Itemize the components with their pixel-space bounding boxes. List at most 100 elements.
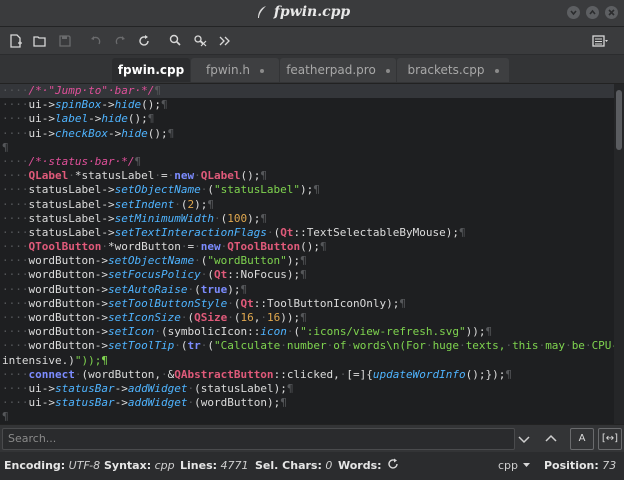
find-icon [169, 34, 181, 46]
code-line: ¶ [2, 140, 9, 154]
code-line: intensive.)"));¶ [2, 353, 108, 367]
lines-label: Lines: [180, 459, 218, 472]
menu-icon [592, 35, 608, 47]
code-line: ····statusLabel->setIndent·(2);¶ [2, 197, 214, 211]
find-replace-button[interactable] [190, 31, 210, 51]
redo-button[interactable] [110, 31, 130, 51]
menu-button[interactable] [590, 31, 610, 51]
code-line: ····ui->label->hide();¶ [2, 112, 155, 126]
scrollbar-thumb[interactable] [616, 90, 622, 150]
code-line: ····QToolButton·*wordButton·=·new·QToolB… [2, 240, 327, 254]
redo-icon [115, 36, 125, 45]
save-icon [59, 35, 71, 47]
whole-word-button[interactable]: [↔] [598, 428, 622, 450]
maximize-icon [589, 9, 596, 15]
refresh-icon [388, 458, 398, 469]
status-bar: Encoding: UTF-8 Syntax: cpp Lines: 4771 … [0, 452, 624, 480]
code-line: ····statusLabel->setTextInteractionFlags… [2, 225, 466, 239]
close-button[interactable] [605, 6, 618, 19]
position-status: Position: 73 [544, 459, 616, 472]
tab-label: featherpad.pro [286, 63, 376, 77]
find-previous-button[interactable] [541, 428, 561, 450]
window-title: fpwin.cpp [273, 4, 351, 20]
code-editor[interactable]: ····/*·"Jump·to"·bar·*/¶ ····ui->spinBox-… [0, 84, 614, 424]
chevron-up-icon [545, 434, 557, 442]
code-line: ····ui->statusBar->addWidget·(wordButton… [2, 396, 287, 410]
syntax-label: Syntax: [104, 459, 152, 472]
code-line: ····QLabel·*statusLabel·=·new·QLabel();¶ [2, 169, 267, 183]
new-file-icon [10, 34, 22, 48]
selchars-status: Sel. Chars: 0 [255, 459, 332, 472]
find-replace-icon [194, 35, 207, 47]
syntax-status: Syntax: cpp [104, 459, 175, 472]
reload-icon [139, 35, 149, 46]
tab-separator [260, 68, 264, 73]
code-line: ····connect·(wordButton,·&QAbstractButto… [2, 367, 513, 381]
code-line: ····wordButton->setToolButtonStyle·(Qt::… [2, 296, 407, 310]
code-line: ····wordButton->setFocusPolicy·(Qt::NoFo… [2, 268, 307, 282]
undo-icon [91, 36, 101, 45]
lines-value: 4771 [220, 459, 249, 472]
encoding-label: Encoding: [4, 459, 66, 472]
minimize-icon [570, 10, 577, 16]
dropdown-arrow-icon [522, 463, 530, 467]
words-status: Words: [338, 459, 382, 472]
code-line: ····ui->spinBox->hide();¶ [2, 98, 168, 112]
tab-separator [385, 68, 390, 73]
code-line: ····statusLabel->setMinimumWidth·(100);¶ [2, 211, 267, 225]
encoding-status: Encoding: UTF-8 [4, 459, 100, 472]
code-line: ····statusLabel->setObjectName·("statusL… [2, 183, 320, 197]
tab-label: fpwin.h [205, 63, 250, 77]
chevron-down-icon [518, 436, 530, 444]
search-input[interactable]: Search... [2, 428, 515, 450]
tab-separator [494, 68, 499, 73]
toolbar [0, 27, 624, 54]
encoding-value: UTF-8 [68, 459, 101, 472]
code-line: ····wordButton->setObjectName·("wordButt… [2, 254, 307, 268]
minimize-button[interactable] [567, 6, 580, 19]
match-case-label: A [578, 433, 586, 444]
code-line: ¶ [2, 410, 9, 424]
title-bar: fpwin.cpp [0, 0, 624, 27]
find-button[interactable] [165, 31, 185, 51]
code-line: ····ui->statusBar->addWidget·(statusLabe… [2, 381, 294, 395]
selchars-label: Sel. Chars: [255, 459, 322, 472]
code-line: ····wordButton->setToolTip·(tr·("Calcula… [2, 339, 614, 353]
tab-featherpad-pro[interactable]: featherpad.pro [280, 58, 396, 82]
syntax-value: cpp [154, 459, 175, 472]
language-selector[interactable]: cpp [498, 459, 531, 472]
search-bar: Search... A [↔] [0, 424, 624, 453]
tab-bar: fpwin.cpp fpwin.h featherpad.pro bracket… [0, 55, 624, 84]
undo-button[interactable] [86, 31, 106, 51]
code-line: ····/*·status·bar·*/¶ [2, 154, 142, 168]
code-line: ····ui->checkBox->hide();¶ [2, 126, 175, 140]
open-folder-icon [33, 36, 46, 47]
position-label: Position: [544, 459, 599, 472]
language-value: cpp [498, 459, 519, 472]
go-to-line-button[interactable] [215, 31, 235, 51]
maximize-button[interactable] [586, 6, 599, 19]
tab-label: fpwin.cpp [117, 63, 185, 77]
tab-fpwin-cpp[interactable]: fpwin.cpp [112, 58, 190, 82]
position-value: 73 [602, 459, 617, 472]
reload-button[interactable] [134, 31, 154, 51]
code-line: ····/*·"Jump·to"·bar·*/¶ [0, 84, 614, 99]
selchars-value: 0 [325, 459, 333, 472]
lines-status: Lines: 4771 [180, 459, 249, 472]
words-label: Words: [338, 459, 382, 472]
new-file-button[interactable] [6, 31, 26, 51]
open-file-button[interactable] [30, 31, 50, 51]
vertical-scrollbar[interactable] [614, 84, 624, 424]
code-line: ····wordButton->setAutoRaise·(true);¶ [2, 282, 248, 296]
whole-word-label: [↔] [601, 433, 619, 444]
close-icon [608, 9, 615, 16]
save-button[interactable] [55, 31, 75, 51]
match-case-button[interactable]: A [570, 428, 594, 450]
find-next-button[interactable] [514, 428, 534, 450]
code-line: ····wordButton->setIconSize·(QSize·(16,·… [2, 311, 307, 324]
tab-brackets-cpp[interactable]: brackets.cpp [397, 58, 509, 82]
tab-fpwin-h[interactable]: fpwin.h [191, 58, 279, 82]
tab-label: brackets.cpp [407, 63, 485, 77]
word-count-button[interactable] [386, 457, 400, 474]
go-to-line-icon [219, 36, 230, 46]
